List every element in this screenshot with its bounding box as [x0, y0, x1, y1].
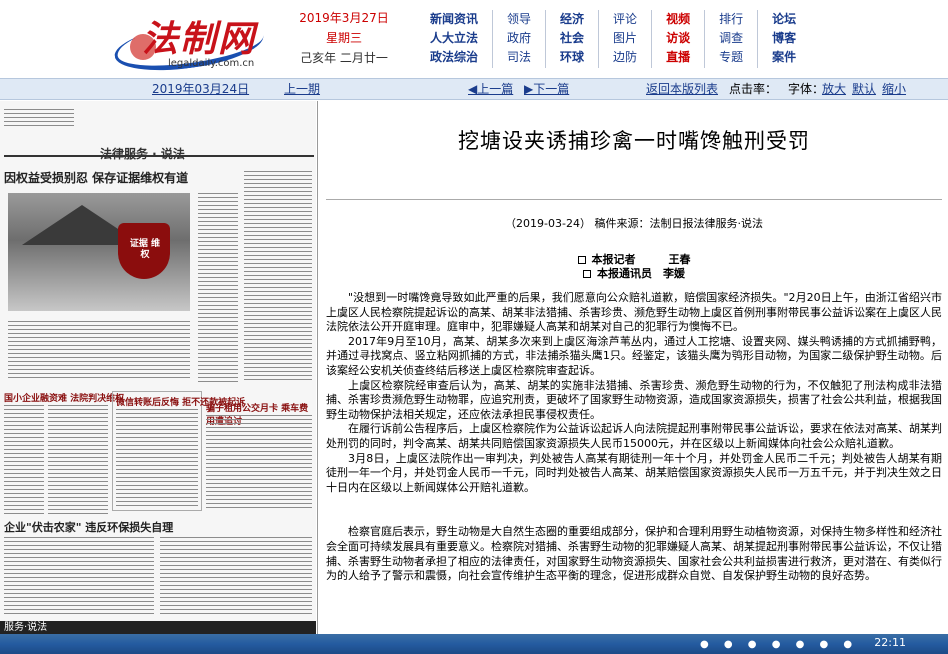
nav-column: 视频 访谈 直播 — [652, 10, 706, 68]
article-paragraph: 在履行诉前公告程序后，上虞区检察院作为公益诉讼起诉人向法院提起刑事附带民事公益诉… — [326, 422, 942, 450]
paper-column-text — [198, 193, 238, 383]
paper-mast-logo — [4, 109, 74, 127]
font-larger-link[interactable]: 放大 — [822, 79, 846, 99]
nav-link[interactable]: 博客 — [772, 29, 796, 48]
date-block: 2019年3月27日 星期三 己亥年 二月廿一 — [296, 8, 392, 68]
nav-link[interactable]: 边防 — [613, 48, 637, 67]
hits-label: 点击率： — [729, 82, 778, 96]
font-default-link[interactable]: 默认 — [852, 79, 876, 99]
logo-text: 法制网 — [142, 18, 257, 60]
back-to-list-link[interactable]: 返回本版列表 — [646, 79, 718, 99]
nav-link[interactable]: 新闻资讯 — [430, 10, 478, 29]
nav-column: 论坛 博客 案件 — [758, 10, 810, 68]
lunar-date: 己亥年 二月廿一 — [300, 51, 388, 65]
font-label: 字体： — [788, 82, 825, 96]
paper-inner: 法律服务 · 说法 因权益受损别忍 保存证据维权有道 证据 维权 国小企业融资难… — [0, 101, 316, 634]
site-logo[interactable]: 法制网 legaldaily.com.cn — [108, 4, 268, 79]
logo-url: legaldaily.com.cn — [168, 58, 255, 69]
font-smaller-link[interactable]: 缩小 — [882, 79, 906, 99]
prev-issue-link[interactable]: 上一期 — [284, 79, 320, 99]
paper-headline: 因权益受损别忍 保存证据维权有道 — [4, 171, 189, 185]
paper-column-text — [8, 321, 190, 381]
article-paragraph: "没想到一时嘴馋竟导致如此严重的后果，我们愿意向公众赔礼道歉，赔偿国家经济损失。… — [326, 291, 942, 334]
byline-correspondent: 本报通讯员 李媛 — [326, 265, 942, 281]
nav-column: 排行 调查 专题 — [705, 10, 759, 68]
article-title: 挖塘设夹诱捕珍禽一时嘴馋触刑受罚 — [458, 129, 810, 153]
article-content: 挖塘设夹诱捕珍禽一时嘴馋触刑受罚 （2019-03-24） 稿件来源：法制日报法… — [326, 101, 942, 634]
nav-link[interactable]: 人大立法 — [430, 29, 478, 48]
next-article-link[interactable]: ▶下一篇 — [524, 79, 569, 99]
paper-column-text — [160, 537, 312, 617]
article-body: "没想到一时嘴馋竟导致如此严重的后果，我们愿意向公众赔礼道歉，赔偿国家经济损失。… — [326, 291, 942, 584]
nav-link[interactable]: 经济 — [560, 10, 584, 29]
nav-link[interactable]: 调查 — [719, 29, 743, 48]
nav-link[interactable]: 案件 — [772, 48, 796, 67]
nav-column: 新闻资讯 人大立法 政法综治 — [416, 10, 494, 68]
site-header: 法制网 legaldaily.com.cn 2019年3月27日 星期三 己亥年… — [0, 0, 948, 79]
prev-article-link[interactable]: ◀上一篇 — [468, 79, 513, 99]
paper-masthead: 法律服务 · 说法 — [100, 147, 185, 161]
paper-bottom-headline: 企业"伏击农家" 违反环保损失自理 — [4, 521, 174, 534]
nav-link[interactable]: 专题 — [719, 48, 743, 67]
article-paragraph: 2017年9月至10月，高某、胡某多次来到上虞区海涂芦苇丛内，通过人工挖塘、设置… — [326, 334, 942, 377]
taskbar-clock[interactable]: 22:11 — [874, 636, 906, 649]
nav-link[interactable]: 视频 — [666, 10, 690, 29]
title-divider — [326, 199, 942, 200]
square-bullet-icon — [583, 270, 591, 278]
nav-link[interactable]: 环球 — [560, 48, 584, 67]
byline-correspondent-text: 本报通讯员 李媛 — [597, 267, 685, 280]
paper-column-text — [4, 405, 44, 515]
nav-link[interactable]: 排行 — [719, 10, 743, 29]
nav-link[interactable]: 直播 — [666, 48, 690, 67]
nav-link[interactable]: 司法 — [507, 48, 531, 67]
paper-column-text — [48, 405, 108, 515]
nav-link[interactable]: 政法综治 — [430, 48, 478, 67]
weekday: 星期三 — [325, 31, 362, 45]
nav-column: 评论 图片 边防 — [599, 10, 653, 68]
issue-date-link[interactable]: 2019年03月24日 — [152, 79, 249, 99]
nav-link[interactable]: 政府 — [507, 29, 531, 48]
paper-subhead: 国小企业融资难 法院判决维权 — [4, 394, 125, 404]
paper-column-text — [244, 171, 312, 381]
paper-column-text — [4, 537, 154, 617]
nav-column: 领导 政府 司法 — [493, 10, 547, 68]
article-paragraph: 检察官庭后表示，野生动物是大自然生态圈的重要组成部分，保护和合理利用野生动植物资… — [326, 525, 942, 583]
square-bullet-icon — [577, 256, 586, 264]
paper-column-text — [116, 409, 198, 507]
article-paragraph: 3月8日，上虞区法院作出一审判决，判处被告人高某有期徒刑一年十个月，并处罚金人民… — [326, 451, 942, 494]
paper-bottom-strip: 服务·说法 — [0, 621, 316, 634]
nav-link[interactable]: 图片 — [613, 29, 637, 48]
nav-link[interactable]: 社会 — [560, 29, 584, 48]
issue-toolbar: 2019年03月24日 上一期 ◀上一篇 ▶下一篇 返回本版列表 点击率： 字体… — [0, 78, 948, 100]
nav-column: 经济 社会 环球 — [546, 10, 600, 68]
nav-link[interactable]: 访谈 — [666, 29, 690, 48]
nav-link[interactable]: 论坛 — [772, 10, 796, 29]
article-meta: （2019-03-24） 稿件来源：法制日报法律服务·说法 — [505, 217, 763, 230]
newspaper-page-thumbnail[interactable]: 法律服务 · 说法 因权益受损别忍 保存证据维权有道 证据 维权 国小企业融资难… — [0, 101, 318, 634]
windows-taskbar: ● ● ● ● ● ● ● 22:11 — [0, 634, 948, 654]
shield-label: 证据 维权 — [129, 239, 161, 260]
paper-column-text — [206, 415, 312, 511]
article-paragraph: 上虞区检察院经审查后认为，高某、胡某的实施非法猎捕、杀害珍贵、濒危野生动物的行为… — [326, 378, 942, 421]
date-cn: 2019年3月27日 — [299, 11, 389, 25]
tray-icons[interactable]: ● ● ● ● ● ● ● — [700, 639, 858, 650]
nav-link[interactable]: 评论 — [613, 10, 637, 29]
main-nav: 新闻资讯 人大立法 政法综治 领导 政府 司法 经济 社会 环球 评论 图片 边防 视频 访谈 直播 排行 调查… — [416, 10, 810, 68]
nav-link[interactable]: 领导 — [507, 10, 531, 29]
